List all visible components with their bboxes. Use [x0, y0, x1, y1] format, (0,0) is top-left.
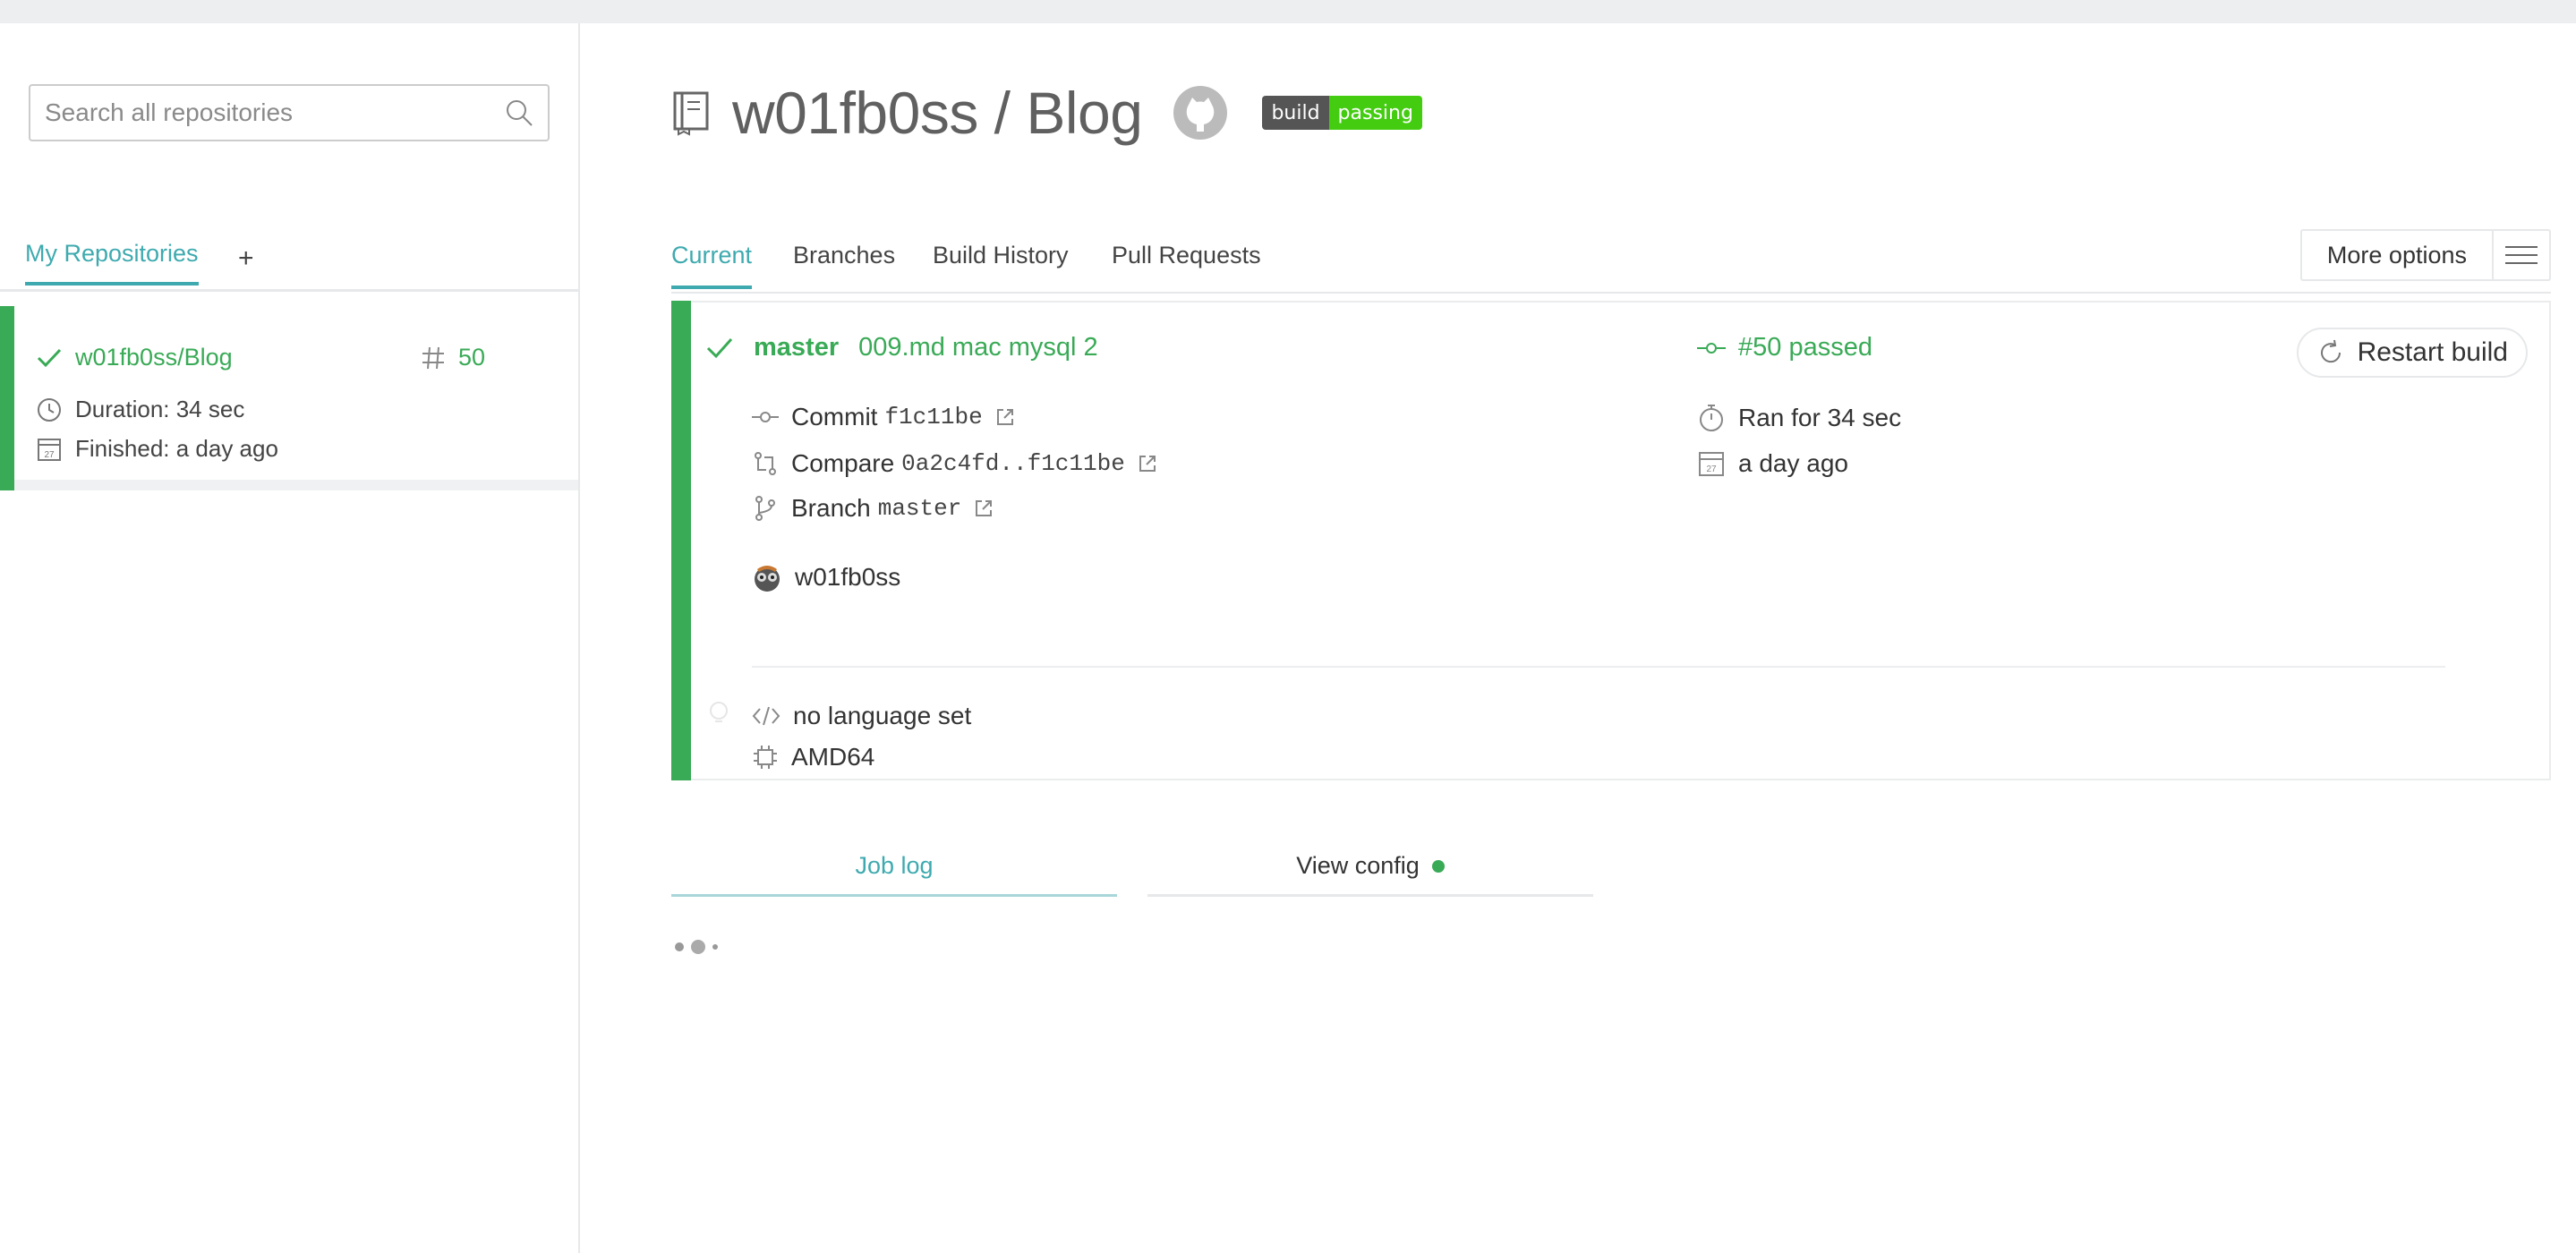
repo-duration: Duration: 34 sec — [36, 396, 244, 423]
loading-indicator — [675, 940, 718, 954]
language-text: no language set — [793, 702, 972, 729]
language-row: no language set — [752, 702, 971, 730]
commit-sha-link[interactable]: f1c11be — [884, 404, 982, 430]
tab-build-history[interactable]: Build History — [933, 242, 1069, 286]
external-link-icon[interactable] — [1138, 454, 1157, 473]
search-icon[interactable] — [505, 98, 533, 128]
commit-message: 009.md mac mysql 2 — [858, 333, 1098, 362]
build-title-row: master 009.md mac mysql 2 — [705, 333, 1098, 362]
repo-header: w01fb0ss / Blog build passing — [671, 79, 1422, 147]
more-options-label[interactable]: More options — [2302, 231, 2492, 279]
tab-pull-requests[interactable]: Pull Requests — [1112, 242, 1261, 286]
cpu-icon — [754, 746, 777, 769]
build-status-badge[interactable]: build passing — [1262, 96, 1422, 130]
repository-icon — [673, 91, 709, 136]
finished-row: 27 a day ago — [1697, 449, 1848, 478]
repo-tabs: Current Branches Build History Pull Requ… — [671, 211, 2551, 294]
lightbulb-icon — [710, 702, 728, 722]
more-options-button[interactable]: More options — [2299, 229, 2551, 281]
config-status-dot — [1431, 859, 1445, 873]
external-link-icon[interactable] — [995, 407, 1015, 427]
commit-label: Commit — [791, 403, 878, 430]
arch-row: AMD64 — [752, 743, 874, 771]
tab-my-repositories[interactable]: My Repositories — [25, 240, 199, 286]
restart-icon — [2320, 339, 2341, 363]
calendar-icon: 27 — [38, 438, 61, 461]
repo-finished: 27 Finished: a day ago — [36, 435, 278, 463]
ran-for-row: Ran for 34 sec — [1697, 403, 1901, 433]
page-title: w01fb0ss / Blog — [732, 80, 1143, 146]
build-status-text[interactable]: #50 passed — [1738, 333, 1872, 362]
sidebar: My Repositories + w01fb0ss/Blog 50 Durat… — [0, 23, 580, 1253]
repo-card[interactable]: w01fb0ss/Blog 50 Duration: 34 sec 27 Fin… — [0, 306, 578, 490]
branch-label: Branch — [791, 494, 871, 522]
restart-label[interactable]: Restart build — [2358, 337, 2508, 368]
main-content: w01fb0ss / Blog build passing Current Br… — [582, 23, 2576, 1253]
compare-label: Compare — [791, 449, 895, 477]
calendar-icon: 27 — [1699, 452, 1724, 476]
repo-build-number[interactable]: 50 — [421, 344, 485, 371]
tab-view-config[interactable]: View config — [1147, 838, 1593, 897]
top-bar — [0, 0, 2576, 23]
badge-label: build — [1262, 96, 1329, 130]
branch-name-link[interactable]: master — [878, 495, 962, 522]
compare-row: Compare 0a2c4fd..f1c11be — [752, 449, 1157, 478]
repo-name-link[interactable]: w01fb0ss/Blog — [36, 344, 233, 371]
hash-icon — [422, 346, 444, 369]
build-status[interactable]: #50 passed — [1697, 333, 1872, 362]
tab-job-log[interactable]: Job log — [671, 838, 1117, 897]
avatar — [755, 566, 780, 592]
duration-text: Duration: 34 sec — [75, 396, 245, 422]
code-icon — [752, 706, 780, 726]
clock-icon — [38, 397, 61, 422]
add-repository-button[interactable]: + — [238, 243, 254, 274]
arch-text: AMD64 — [791, 743, 875, 771]
author-name: w01fb0ss — [795, 563, 901, 591]
external-link-icon[interactable] — [974, 499, 994, 518]
divider — [752, 666, 2445, 668]
check-icon — [706, 337, 733, 358]
author-row: w01fb0ss — [752, 562, 900, 592]
compare-link[interactable]: 0a2c4fd..f1c11be — [901, 450, 1125, 477]
build-summary-card: master 009.md mac mysql 2 #50 passed Res… — [671, 301, 2551, 780]
sidebar-tabs: My Repositories + — [0, 220, 578, 292]
stopwatch-icon — [1700, 405, 1723, 431]
check-icon — [37, 348, 62, 367]
tab-current[interactable]: Current — [671, 242, 753, 289]
commit-icon — [752, 412, 779, 422]
build-number[interactable]: 50 — [458, 344, 485, 371]
branch-link[interactable]: master — [754, 333, 839, 362]
job-log-label[interactable]: Job log — [855, 852, 933, 880]
search-input[interactable] — [45, 98, 505, 127]
ran-for-text: Ran for 34 sec — [1738, 404, 1902, 431]
finished-text: a day ago — [1738, 449, 1848, 477]
status-stripe — [0, 306, 14, 490]
branch-icon — [755, 496, 775, 521]
svg-text:27: 27 — [1706, 465, 1717, 474]
badge-status: passing — [1328, 96, 1422, 130]
status-stripe — [671, 301, 691, 780]
log-tabs: Job log View config — [671, 838, 1593, 897]
compare-icon — [755, 452, 776, 475]
commit-row: Commit f1c11be — [752, 403, 1015, 431]
repo-name[interactable]: w01fb0ss/Blog — [75, 344, 233, 371]
restart-build-button[interactable]: Restart build — [2296, 328, 2528, 378]
svg-text:27: 27 — [44, 450, 55, 460]
view-config-label[interactable]: View config — [1296, 852, 1420, 880]
branch-row: Branch master — [752, 494, 994, 523]
tab-branches[interactable]: Branches — [793, 242, 895, 286]
finished-text: Finished: a day ago — [75, 435, 278, 462]
menu-icon[interactable] — [2492, 231, 2549, 279]
github-icon[interactable] — [1173, 85, 1228, 141]
search-box[interactable] — [29, 84, 550, 141]
commit-icon — [1697, 342, 1726, 354]
